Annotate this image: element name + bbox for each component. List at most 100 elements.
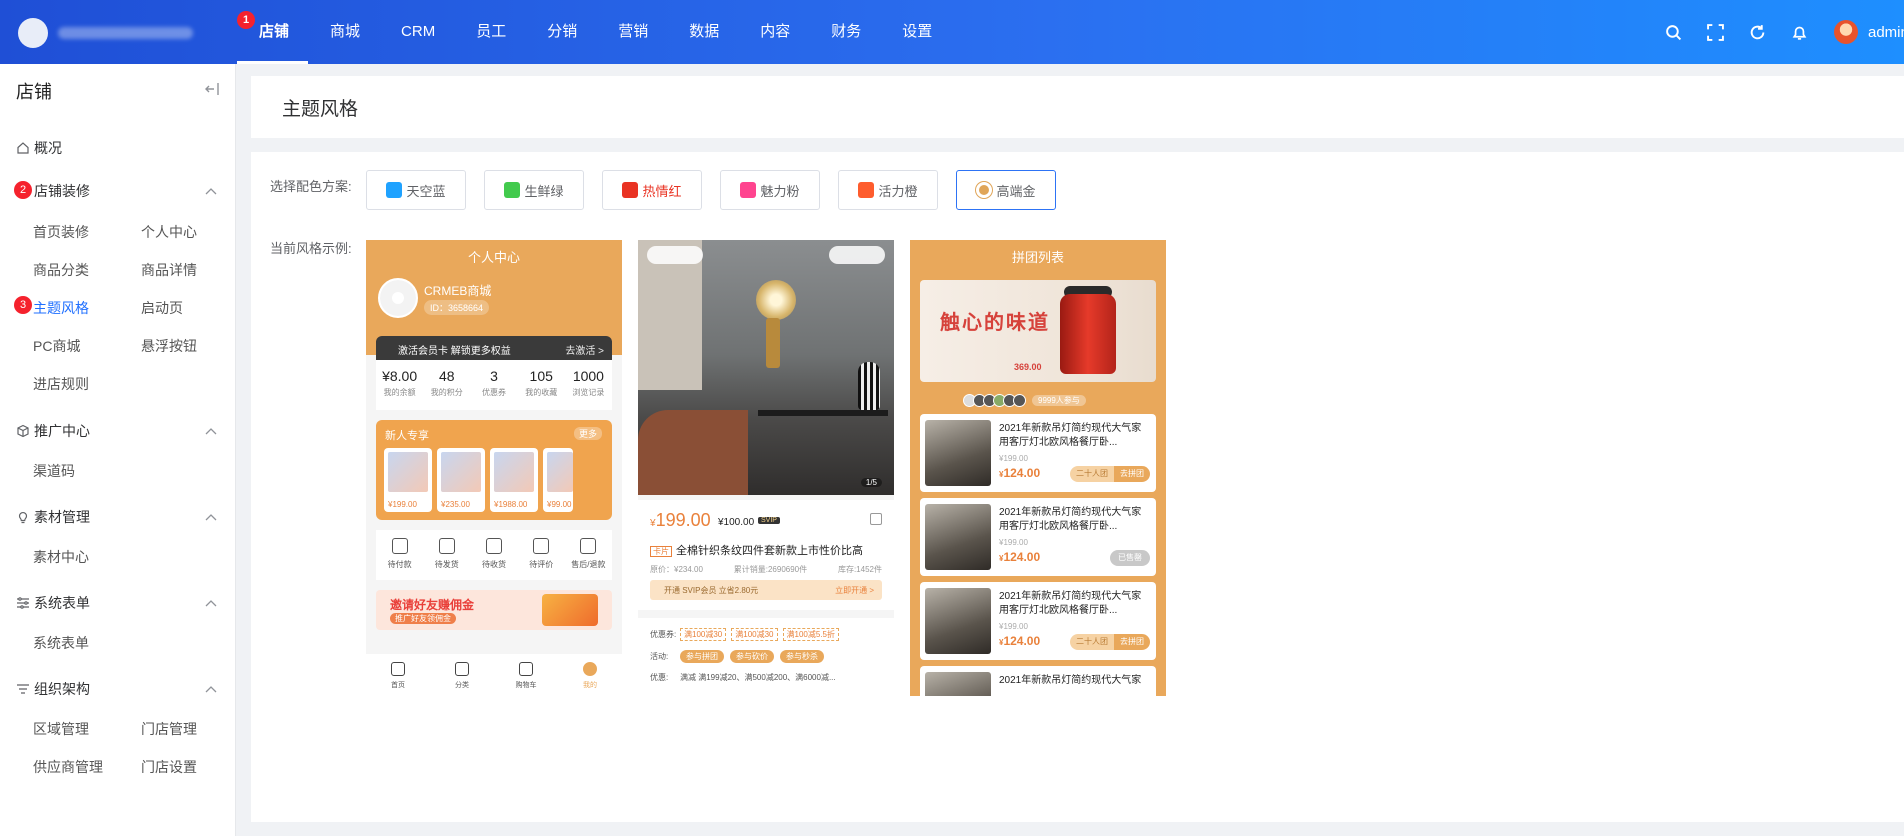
svip-bar: 开通 SVIP会员 立省2.80元 立即开通 >	[650, 580, 882, 600]
sidebar-item-supplier[interactable]: 供应商管理	[33, 757, 103, 777]
sidebar-group-forms[interactable]: 系统表单	[16, 593, 90, 613]
invite-banner: 邀请好友赚佣金 推广好友领佣金	[376, 590, 612, 630]
nav-item-distribution[interactable]: 分销	[525, 0, 596, 64]
bell-icon[interactable]	[1778, 0, 1820, 64]
avatar	[378, 278, 418, 318]
preview-product-detail: 1/5 ¥199.00 ¥100.00 SVIP 卡片 全棉针织条纹四件套新款上市…	[638, 240, 894, 696]
step-badge: 1	[237, 11, 255, 29]
nav-capsule	[647, 246, 703, 264]
preview-group-list: 拼团列表 触心的味道 369.00 9999人参与 2021年新款吊灯简约现代大…	[910, 240, 1166, 696]
sidebar-item-channel-code[interactable]: 渠道码	[33, 461, 75, 481]
share-icon	[870, 513, 882, 525]
nav-item-crm[interactable]: CRM	[379, 0, 454, 64]
sidebar-item-personal-center[interactable]: 个人中心	[141, 222, 197, 242]
sidebar-item-store-settings[interactable]: 门店设置	[141, 757, 197, 777]
chevron-up-icon[interactable]	[205, 187, 217, 195]
nav-item-settings[interactable]: 设置	[880, 0, 951, 64]
tab-home: 首页	[366, 654, 430, 696]
scheme-fresh-green[interactable]: 生鲜绿	[484, 170, 584, 210]
sidebar-item-entry-rules[interactable]: 进店规则	[33, 374, 89, 394]
nav-item-data[interactable]: 数据	[667, 0, 738, 64]
color-swatch	[504, 182, 521, 198]
product-meta: 原价：¥234.00 累计销量:2690690件 库存:1452件	[650, 565, 882, 574]
product-image	[1060, 294, 1116, 374]
sidebar-group-overview[interactable]: 概况	[16, 138, 62, 158]
vip-price: ¥100.00	[718, 517, 755, 528]
vip-bar: 激活会员卡 解锁更多权益 去激活 >	[376, 336, 612, 360]
sidebar-group-material[interactable]: 素材管理	[16, 507, 90, 527]
color-swatch	[622, 182, 639, 198]
sidebar-title: 店铺	[16, 82, 52, 102]
sidebar-item-pc-mall[interactable]: PC商城	[33, 336, 80, 356]
scheme-sky-blue[interactable]: 天空蓝	[366, 170, 466, 210]
new-product-card: ¥1988.00	[490, 448, 538, 512]
order-pending-shipment: 待发货	[423, 530, 470, 580]
bulb-icon	[18, 512, 28, 524]
scheme-premium-gold[interactable]: 高端金	[956, 170, 1056, 210]
stat-favorites: 105 我的收藏	[525, 368, 558, 397]
preview-title: 个人中心	[467, 250, 520, 265]
search-icon[interactable]	[1652, 0, 1694, 64]
sidebar-item-region[interactable]: 区域管理	[33, 719, 89, 739]
sidebar-group-promotion[interactable]: 推广中心	[16, 421, 90, 441]
product-info: ¥199.00 ¥100.00 SVIP 卡片 全棉针织条纹四件套新款上市性价比高…	[638, 500, 894, 610]
sidebar-item-category[interactable]: 商品分类	[33, 260, 89, 280]
nav-item-store[interactable]: 1 店铺	[237, 0, 309, 64]
sidebar: 店铺 概况 2 店铺装修 首页装修 个人中心 商品分类 商品详情 3 主题风格 …	[0, 64, 236, 836]
sidebar-item-store-management[interactable]: 门店管理	[141, 719, 197, 739]
product-photo	[638, 240, 894, 495]
nav-item-marketing[interactable]: 营销	[596, 0, 667, 64]
nav-item-staff[interactable]: 员工	[454, 0, 525, 64]
avatar[interactable]	[1834, 20, 1858, 44]
chevron-up-icon[interactable]	[205, 427, 217, 435]
nav-item-mall[interactable]: 商城	[308, 0, 379, 64]
color-swatch	[976, 182, 993, 198]
collapse-icon[interactable]	[204, 82, 220, 96]
order-after-sale: 售后/退款	[565, 530, 612, 580]
scheme-charm-pink[interactable]: 魅力粉	[720, 170, 820, 210]
discount-row: 优惠: 满减 满199减20、满500减200、满6000减...	[650, 673, 836, 682]
new-product-card: ¥235.00	[437, 448, 485, 512]
group-item: 2021年新款吊灯简约现代大气家	[920, 666, 1156, 696]
chevron-up-icon[interactable]	[205, 599, 217, 607]
sliders-icon	[17, 597, 29, 609]
preview-personal-center: 个人中心 CRMEB商城 ID：3658664 激活会员卡 解锁更多权益 去激活…	[366, 240, 622, 696]
sidebar-group-organization[interactable]: 组织架构	[16, 679, 90, 699]
promotions: 优惠券: 满100减30 满100减30 满100减5.5折 活动: 参与拼团 …	[638, 618, 894, 696]
top-nav: 1 店铺 商城 CRM 员工 分销 营销 数据 内容 财务 设置	[237, 0, 951, 64]
preview-title: 拼团列表	[1011, 250, 1064, 265]
scheme-passion-red[interactable]: 热情红	[602, 170, 702, 210]
scheme-vital-orange[interactable]: 活力橙	[838, 170, 938, 210]
top-header: 1 店铺 商城 CRM 员工 分销 营销 数据 内容 财务 设置 admin	[0, 0, 1904, 64]
tab-mine: 我的	[558, 654, 622, 696]
fullscreen-icon[interactable]	[1694, 0, 1736, 64]
sidebar-item-system-form[interactable]: 系统表单	[33, 633, 89, 653]
sidebar-item-home-decoration[interactable]: 首页装修	[33, 222, 89, 242]
sidebar-item-launch-page[interactable]: 启动页	[141, 298, 183, 318]
step-badge: 3	[14, 296, 32, 314]
sidebar-item-material-center[interactable]: 素材中心	[33, 547, 89, 567]
menu-capsule	[829, 246, 885, 264]
sidebar-item-product-detail[interactable]: 商品详情	[141, 260, 197, 280]
logo[interactable]	[18, 18, 48, 48]
brand-name-blurred	[58, 27, 193, 39]
chevron-up-icon[interactable]	[205, 685, 217, 693]
nav-item-finance[interactable]: 财务	[809, 0, 880, 64]
home-icon	[17, 142, 29, 154]
header-tools: admin	[1652, 0, 1904, 64]
page-header: 主题风格	[251, 76, 1904, 138]
sidebar-group-decoration[interactable]: 店铺装修	[34, 181, 90, 201]
image-pager: 1/5	[860, 478, 882, 487]
filter-icon	[17, 684, 29, 694]
chevron-up-icon[interactable]	[205, 513, 217, 521]
stat-history: 1000 浏览记录	[572, 368, 605, 397]
sidebar-item-float-button[interactable]: 悬浮按钮	[141, 336, 197, 356]
tab-category: 分类	[430, 654, 494, 696]
nav-item-content[interactable]: 内容	[738, 0, 809, 64]
sidebar-item-theme-style[interactable]: 主题风格	[33, 298, 89, 318]
order-row: 待付款 待发货 待收货 待评价 售后/退款	[376, 530, 612, 580]
user-name[interactable]: admin	[1868, 24, 1904, 41]
refresh-icon[interactable]	[1736, 0, 1778, 64]
new-product-card: ¥199.00	[384, 448, 432, 512]
theme-panel: 选择配色方案: 天空蓝 生鲜绿 热情红 魅力粉 活力橙 高端金 当前风格示例: …	[251, 152, 1904, 822]
